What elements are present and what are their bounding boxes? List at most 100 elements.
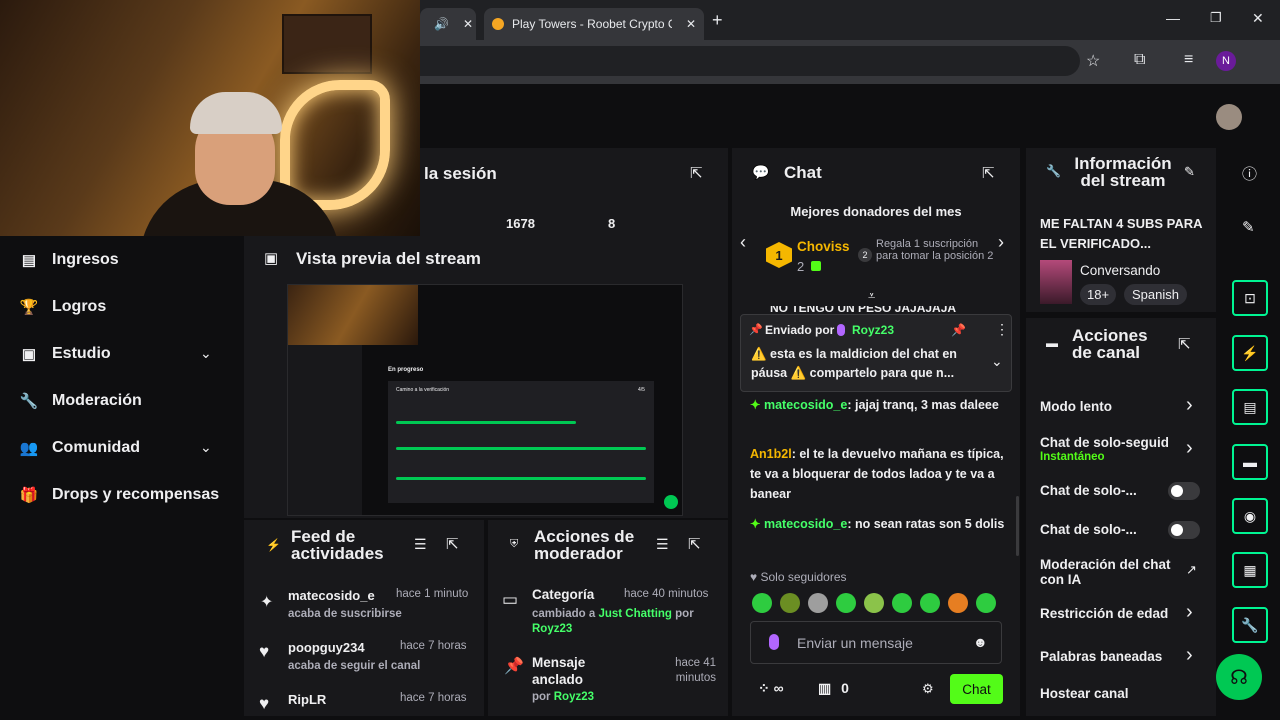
broadcast-button[interactable]: ◉ <box>1232 498 1268 534</box>
infinity-icon[interactable]: ⁘ ∞ <box>758 680 784 697</box>
sidebar-item-drops[interactable]: 🎁 Drops y recompensas <box>20 486 220 504</box>
popout-icon[interactable]: ⇱ <box>446 535 459 553</box>
feed-user[interactable]: matecosido_e <box>288 588 375 603</box>
extensions-icon[interactable]: ⧉ <box>1134 51 1145 69</box>
donor-name[interactable]: Choviss <box>797 239 850 254</box>
emote[interactable] <box>976 593 996 613</box>
chat-message: ✦ matecosido_e: jajaj tranq, 3 mas dalee… <box>750 395 1010 415</box>
close-window-icon[interactable]: ✕ <box>1252 10 1264 27</box>
mod-action-detail: por Royz23 <box>532 691 595 703</box>
tag-badge[interactable]: Spanish <box>1124 284 1187 305</box>
tab-close-icon[interactable]: ✕ <box>686 17 696 31</box>
broadcast-icon: ◉ <box>1243 507 1257 524</box>
filter-icon[interactable]: ☰ <box>656 536 669 553</box>
ai-moderation-item[interactable]: Moderación del chat con IA <box>1040 557 1180 587</box>
sidebar-item-ingresos[interactable]: ▤ Ingresos <box>20 251 119 269</box>
user-link[interactable]: Royz23 <box>554 691 594 703</box>
stream-preview-video[interactable]: En progreso Camino a la verificación 4/5 <box>287 284 683 516</box>
filter-icon[interactable]: ☰ <box>414 536 427 553</box>
media-control-icon[interactable]: ≡ <box>1184 51 1193 69</box>
chevron-right-icon[interactable]: › <box>998 232 1004 253</box>
tools-button[interactable]: 🔧 <box>1232 607 1268 643</box>
lightning-icon: ⚡ <box>1241 344 1259 361</box>
emote[interactable] <box>808 593 828 613</box>
chevron-down-icon[interactable]: ⌄ <box>200 345 212 362</box>
pinned-user[interactable]: Royz23 <box>852 323 894 337</box>
support-headset-button[interactable]: ☊ <box>1216 654 1262 700</box>
category-link[interactable]: Just Chatting <box>598 608 671 620</box>
category-thumbnail[interactable] <box>1040 260 1072 304</box>
tag-badge[interactable]: 18+ <box>1080 284 1117 305</box>
points-display[interactable]: ▥ 0 <box>818 680 849 697</box>
emote-chat-toggle[interactable] <box>1168 521 1200 539</box>
address-bar[interactable] <box>380 46 1080 76</box>
clip-button[interactable]: ⊡ <box>1232 280 1268 316</box>
lightning-button[interactable]: ⚡ <box>1232 335 1268 371</box>
sidebar-item-moderacion[interactable]: 🔧 Moderación <box>20 392 142 410</box>
chevron-right-icon[interactable]: › <box>1186 644 1193 667</box>
banned-words-item[interactable]: Palabras baneadas <box>1040 649 1162 664</box>
speaker-icon[interactable]: 🔊 <box>434 17 449 31</box>
chevron-down-icon[interactable]: ⌄ <box>991 353 1003 370</box>
slow-mode-item[interactable]: Modo lento <box>1040 399 1112 414</box>
emote[interactable] <box>948 593 968 613</box>
gear-icon[interactable]: ⚙ <box>922 681 934 697</box>
heart-icon: ♥ <box>259 642 270 661</box>
browser-tab-active[interactable]: Play Towers - Roobet Crypto Ca ✕ <box>484 8 704 40</box>
new-tab-button[interactable]: + <box>712 10 723 31</box>
external-link-icon[interactable]: ↗ <box>1186 562 1197 578</box>
chevron-right-icon[interactable]: › <box>1186 437 1193 460</box>
user-link[interactable]: Royz23 <box>532 623 572 635</box>
restore-icon[interactable]: ❐ <box>1210 10 1222 26</box>
subs-chat-item: Chat de solo-... <box>1040 483 1137 498</box>
chat-scrollbar[interactable] <box>1016 496 1019 556</box>
chevron-left-icon[interactable]: ‹ <box>740 232 746 253</box>
collapse-icon[interactable]: ⩡ <box>868 288 875 304</box>
emote[interactable] <box>780 593 800 613</box>
gift-sub-icon <box>811 261 821 271</box>
user-avatar[interactable] <box>1216 104 1242 130</box>
sidebar-item-estudio[interactable]: ▣ Estudio <box>20 345 111 363</box>
popout-icon[interactable]: ⇱ <box>982 164 995 182</box>
emote[interactable] <box>836 593 856 613</box>
chat-username[interactable]: matecosido_e <box>764 398 847 412</box>
host-channel-item[interactable]: Hostear canal <box>1040 686 1129 701</box>
popout-icon[interactable]: ⇱ <box>690 164 703 182</box>
chat-username[interactable]: matecosido_e <box>764 517 847 531</box>
emote[interactable] <box>752 593 772 613</box>
feed-user[interactable]: RipLR <box>288 692 326 707</box>
emote[interactable] <box>892 593 912 613</box>
unpin-icon[interactable]: 📌 <box>951 323 966 337</box>
chat-username[interactable]: An1b2l <box>750 447 792 461</box>
tab-close-icon[interactable]: ✕ <box>463 17 473 31</box>
minimize-icon[interactable]: — <box>1166 10 1180 26</box>
popout-icon[interactable]: ⇱ <box>688 535 701 553</box>
more-options-icon[interactable]: ⋮ <box>995 321 1009 338</box>
browser-tab-audio[interactable]: 🔊 ✕ <box>420 8 476 40</box>
feed-user[interactable]: poopguy234 <box>288 640 365 655</box>
notes-button[interactable]: ▤ <box>1232 389 1268 425</box>
chat-input[interactable]: Enviar un mensaje ☻ <box>750 621 1002 664</box>
chevron-right-icon[interactable]: › <box>1186 601 1193 624</box>
emoji-icon[interactable]: ☻ <box>973 634 988 650</box>
age-restriction-item[interactable]: Restricción de edad <box>1040 606 1168 621</box>
followers-chat-item[interactable]: Chat de solo-seguidor <box>1040 435 1168 450</box>
edit-pencil-icon[interactable]: ✎ <box>1184 164 1195 180</box>
stream-category[interactable]: Conversando <box>1080 263 1160 278</box>
sidebar-item-logros[interactable]: 🏆 Logros <box>20 298 107 316</box>
sidebar-item-comunidad[interactable]: 👥 Comunidad <box>20 439 140 457</box>
bookmark-star-icon[interactable]: ☆ <box>1086 51 1100 71</box>
info-icon[interactable]: ⓘ <box>1242 163 1257 184</box>
emote[interactable] <box>920 593 940 613</box>
emote[interactable] <box>864 593 884 613</box>
chevron-right-icon[interactable]: › <box>1186 394 1193 417</box>
pinned-message[interactable]: 📌 Enviado por Royz23 📌 ⋮ ⚠️ esta es la m… <box>740 314 1012 392</box>
popout-icon[interactable]: ⇱ <box>1178 335 1191 353</box>
edit-pencil-icon[interactable]: ✎ <box>1242 218 1255 236</box>
profile-avatar[interactable]: N <box>1216 51 1236 71</box>
chevron-down-icon[interactable]: ⌄ <box>200 439 212 456</box>
subs-chat-toggle[interactable] <box>1168 482 1200 500</box>
chat-button[interactable]: ▬ <box>1232 444 1268 480</box>
layout-button[interactable]: ▦ <box>1232 552 1268 588</box>
send-chat-button[interactable]: Chat <box>950 674 1003 704</box>
